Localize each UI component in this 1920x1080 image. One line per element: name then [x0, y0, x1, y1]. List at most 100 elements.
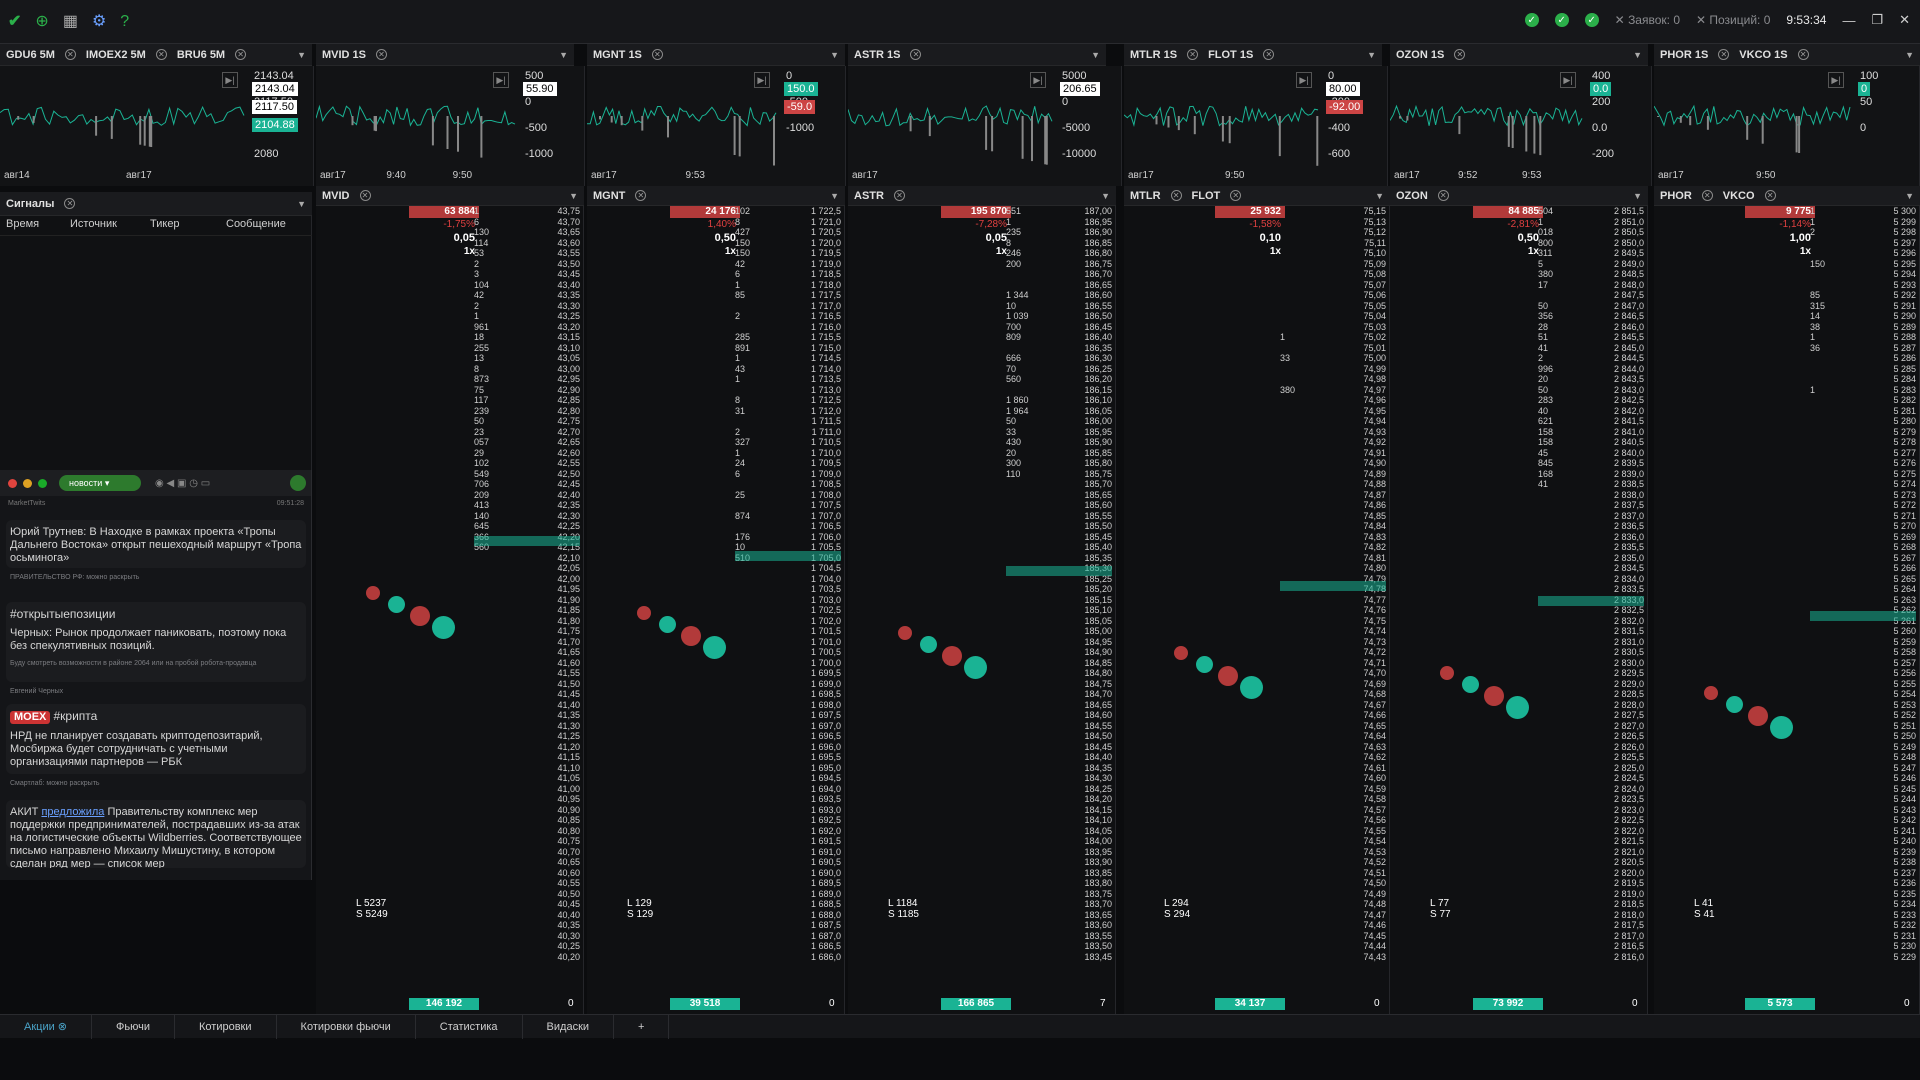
- orderbook[interactable]: 24 176 1,40% 0,50 1x 102 8 427 150 150 42 6 …: [587, 206, 845, 1014]
- close-icon[interactable]: ✕: [910, 49, 922, 60]
- scroll-to-end-icon[interactable]: ▶|: [493, 72, 509, 88]
- scroll-to-end-icon[interactable]: ▶|: [222, 72, 238, 88]
- price-chart[interactable]: 400 200 0.0 -200 0.0 авг17 9:52 9:53 ▶|: [1390, 66, 1652, 186]
- close-icon[interactable]: ✕: [1263, 49, 1275, 60]
- chevron-down-icon[interactable]: ▼: [1905, 50, 1914, 60]
- scroll-to-end-icon[interactable]: ▶|: [1030, 72, 1046, 88]
- toolbar-icons[interactable]: ◉ ◀ ▣ ◷ ▭: [155, 478, 210, 489]
- chart-tab[interactable]: PHOR 1S: [1660, 49, 1708, 61]
- scroll-to-end-icon[interactable]: ▶|: [1296, 72, 1312, 88]
- orderbook-tab[interactable]: MGNT: [593, 190, 625, 202]
- gear-icon[interactable]: ⚙: [92, 12, 106, 32]
- chart-tab[interactable]: ASTR 1S: [854, 49, 900, 61]
- tab-futures-quotes[interactable]: Котировки фьючи: [277, 1014, 416, 1039]
- chevron-down-icon[interactable]: ▼: [1375, 191, 1384, 201]
- col-source[interactable]: Источник: [70, 218, 150, 235]
- price-chart[interactable]: 0-500-1000150.0-59.0авг179:53▶|: [587, 66, 846, 186]
- maximize-button[interactable]: ❐: [1871, 12, 1883, 28]
- tab-statistics[interactable]: Статистика: [416, 1014, 523, 1039]
- chart-tab[interactable]: GDU6 5M: [6, 49, 55, 61]
- orderbook-tab[interactable]: MVID: [322, 190, 350, 202]
- news-filter-dropdown[interactable]: новости ▾: [59, 475, 141, 491]
- close-icon[interactable]: ✕: [893, 190, 905, 201]
- price-chart[interactable]: 5000 0 -5000 -10000 206.65 авг17 ▶|: [848, 66, 1122, 186]
- close-icon[interactable]: ✕: [376, 49, 388, 60]
- price-chart[interactable]: 0-200-400-60080.00-92.00авг179:50▶|: [1124, 66, 1388, 186]
- orderbook[interactable]: 25 932 -1,58% 0,10 1x 1 33 380 75,15 75,13 7…: [1124, 206, 1390, 1014]
- minimize-dot-icon[interactable]: [23, 478, 32, 488]
- tab-videos[interactable]: Видаски: [523, 1014, 615, 1039]
- news-card[interactable]: #открытыепозиции Черных: Рынок продолжае…: [6, 602, 306, 682]
- orderbook-tab[interactable]: VKCO: [1723, 190, 1755, 202]
- price-chart[interactable]: 100 50 0 0 авг17 9:50 ▶|: [1654, 66, 1920, 186]
- close-icon[interactable]: ✕: [1701, 190, 1713, 201]
- news-card[interactable]: Юрий Трутнев: В Находке в рамках проекта…: [6, 520, 306, 568]
- orders-count[interactable]: ✕ Заявок: 0: [1615, 13, 1680, 27]
- news-link[interactable]: предложила: [41, 806, 104, 818]
- close-icon[interactable]: ✕: [64, 198, 76, 209]
- orderbook[interactable]: 195 870 -7,28% 0,05 1x 551 1 235 8 246 200 1…: [848, 206, 1116, 1014]
- orderbook[interactable]: 84 885 -2,81% 0,50 1x 504 1 018 800 311 5 38…: [1390, 206, 1648, 1014]
- orderbook[interactable]: 63 884 -1,75% 0,05 1x 1 6 130 114 53 2 3 104…: [316, 206, 584, 1014]
- chevron-down-icon[interactable]: ▼: [830, 50, 839, 60]
- scroll-to-end-icon[interactable]: ▶|: [1560, 72, 1576, 88]
- chevron-down-icon[interactable]: ▼: [1367, 50, 1376, 60]
- close-icon[interactable]: ✕: [1718, 49, 1730, 60]
- logo-icon[interactable]: ✔: [8, 12, 21, 32]
- price-chart[interactable]: 2143.042117.502104.8820802143.042117.502…: [0, 66, 314, 186]
- col-time[interactable]: Время: [0, 218, 70, 235]
- add-icon[interactable]: ⊕: [35, 12, 48, 32]
- close-icon[interactable]: ✕: [1764, 190, 1776, 201]
- close-icon[interactable]: ✕: [64, 49, 76, 60]
- chevron-down-icon[interactable]: ▼: [569, 191, 578, 201]
- add-tab-button[interactable]: +: [614, 1014, 670, 1039]
- close-icon[interactable]: ✕: [1230, 190, 1242, 201]
- help-icon[interactable]: ?: [120, 12, 129, 32]
- chart-tab[interactable]: OZON 1S: [1396, 49, 1444, 61]
- tab-quotes[interactable]: Котировки: [175, 1014, 277, 1039]
- tab-futures[interactable]: Фьючи: [92, 1014, 176, 1039]
- chevron-down-icon[interactable]: ▼: [1101, 191, 1110, 201]
- close-icon[interactable]: ✕: [651, 49, 663, 60]
- positions-count[interactable]: ✕ Позиций: 0: [1696, 13, 1770, 27]
- close-icon[interactable]: ✕: [1170, 190, 1182, 201]
- chart-tab[interactable]: MTLR 1S: [1130, 49, 1177, 61]
- chevron-down-icon[interactable]: ▼: [1091, 50, 1100, 60]
- scroll-to-end-icon[interactable]: ▶|: [1828, 72, 1844, 88]
- close-icon[interactable]: ✕: [235, 49, 247, 60]
- price-chart[interactable]: 500 0 -500 -1000 55.90 авг17 9:40 9:50 ▶|: [316, 66, 585, 186]
- chart-tab[interactable]: IMOEX2 5M: [86, 49, 146, 61]
- col-ticker[interactable]: Тикер: [150, 218, 226, 235]
- close-icon[interactable]: ✕: [1187, 49, 1199, 60]
- orderbook-tab[interactable]: FLOT: [1192, 190, 1221, 202]
- orderbook-tab[interactable]: MTLR: [1130, 190, 1161, 202]
- close-button[interactable]: ✕: [1899, 12, 1910, 28]
- chevron-down-icon[interactable]: ▼: [830, 191, 839, 201]
- pin-icon[interactable]: [290, 475, 306, 491]
- tab-stocks[interactable]: Акции ⊗: [0, 1014, 93, 1039]
- grid-icon[interactable]: ▦: [63, 12, 78, 32]
- close-dot-icon[interactable]: [8, 478, 17, 488]
- col-message[interactable]: Сообщение: [226, 218, 312, 235]
- orderbook-tab[interactable]: PHOR: [1660, 190, 1692, 202]
- close-icon[interactable]: ✕: [359, 190, 371, 201]
- zoom-dot-icon[interactable]: [38, 478, 47, 488]
- chart-tab[interactable]: BRU6 5M: [177, 49, 225, 61]
- chart-tab[interactable]: MGNT 1S: [593, 49, 642, 61]
- scroll-to-end-icon[interactable]: ▶|: [754, 72, 770, 88]
- close-icon[interactable]: ✕: [1454, 49, 1466, 60]
- chevron-down-icon[interactable]: ▼: [1905, 191, 1914, 201]
- chevron-down-icon[interactable]: ▼: [559, 50, 568, 60]
- close-icon[interactable]: ✕: [635, 190, 647, 201]
- orderbook-tab[interactable]: OZON: [1396, 190, 1428, 202]
- news-card[interactable]: АКИТ предложила Правительству комплекс м…: [6, 800, 306, 868]
- chevron-down-icon[interactable]: ▼: [1633, 50, 1642, 60]
- orderbook-tab[interactable]: ASTR: [854, 190, 884, 202]
- chevron-down-icon[interactable]: ▼: [297, 50, 306, 60]
- chevron-down-icon[interactable]: ▼: [297, 199, 306, 209]
- chart-tab[interactable]: MVID 1S: [322, 49, 366, 61]
- chart-tab[interactable]: FLOT 1S: [1208, 49, 1253, 61]
- chart-tab[interactable]: VKCO 1S: [1739, 49, 1787, 61]
- chevron-down-icon[interactable]: ▼: [1633, 191, 1642, 201]
- news-card[interactable]: MOEX #крипта НРД не планирует создавать …: [6, 704, 306, 774]
